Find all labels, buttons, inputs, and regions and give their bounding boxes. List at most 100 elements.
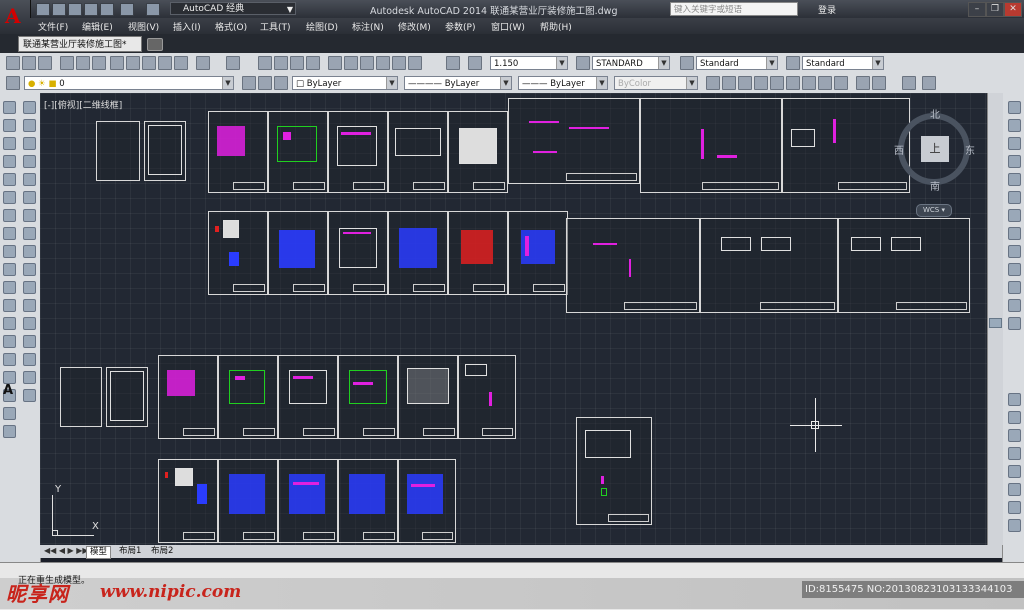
application-menu-button[interactable]: A <box>0 0 31 34</box>
search-input[interactable]: 键入关键字或短语 <box>670 2 798 16</box>
polygon-icon[interactable] <box>3 155 16 168</box>
drawing-sheet[interactable] <box>158 355 218 439</box>
drawing-sheet[interactable] <box>576 417 652 525</box>
drawing-sheet[interactable] <box>566 218 700 313</box>
quickcalc-icon[interactable] <box>408 56 422 70</box>
sheet-set-icon[interactable] <box>376 56 390 70</box>
move-icon[interactable] <box>23 191 36 204</box>
layer-manager-icon[interactable] <box>6 76 20 90</box>
drawing-sheet[interactable] <box>782 98 910 193</box>
menu-insert[interactable]: 插入(I) <box>173 20 201 33</box>
drawing-sheet[interactable] <box>208 111 268 193</box>
text-style-manager-icon[interactable] <box>576 56 590 70</box>
new-tab-button[interactable] <box>147 38 163 51</box>
document-tab[interactable]: 联通某营业厅装修施工图* <box>18 36 142 52</box>
tool-icon-8[interactable] <box>1008 227 1021 240</box>
workspace-dropdown[interactable]: AutoCAD 经典 ▼ <box>170 2 296 15</box>
view-icon-2[interactable] <box>722 76 736 90</box>
menu-file[interactable]: 文件(F) <box>38 20 68 33</box>
help-icon[interactable] <box>446 56 460 70</box>
compass-north[interactable]: 北 <box>930 106 940 121</box>
tool-icon-3[interactable] <box>1008 137 1021 150</box>
tool-icon-13[interactable] <box>1008 317 1021 330</box>
drawing-sheet[interactable] <box>458 355 516 439</box>
tool-palettes-icon[interactable] <box>360 56 374 70</box>
vertical-scroll-thumb[interactable] <box>989 318 1002 328</box>
close-button[interactable]: ✕ <box>1004 2 1022 17</box>
new-icon[interactable] <box>36 3 50 16</box>
line-icon[interactable] <box>3 101 16 114</box>
compass-south[interactable]: 南 <box>930 178 940 193</box>
menu-window[interactable]: 窗口(W) <box>491 20 525 33</box>
copy-object-icon[interactable] <box>23 119 36 132</box>
redo-icon[interactable] <box>146 3 160 16</box>
drawing-sheet[interactable] <box>60 367 102 427</box>
drawing-sheet[interactable] <box>448 211 508 295</box>
tool-icon-17[interactable] <box>1008 447 1021 460</box>
menu-modify[interactable]: 修改(M) <box>398 20 431 33</box>
color-dropdown[interactable]: □ ByLayer ▼ <box>292 76 398 90</box>
tool-icon-9[interactable] <box>1008 245 1021 258</box>
print-icon[interactable] <box>100 3 114 16</box>
view-icon-5[interactable] <box>770 76 784 90</box>
trim-icon[interactable] <box>23 263 36 276</box>
menu-view[interactable]: 视图(V) <box>128 20 159 33</box>
linetype-dropdown[interactable]: ———— ByLayer ▼ <box>404 76 512 90</box>
menu-edit[interactable]: 编辑(E) <box>82 20 113 33</box>
drawing-sheet[interactable] <box>158 459 218 543</box>
tool-icon-10[interactable] <box>1008 263 1021 276</box>
tab-layout1[interactable]: 布局1 <box>116 546 144 557</box>
drawing-sheet[interactable] <box>388 111 448 193</box>
view-icon-3[interactable] <box>738 76 752 90</box>
drawing-sheet[interactable] <box>640 98 782 193</box>
open-icon[interactable] <box>22 56 36 70</box>
scale-icon[interactable] <box>23 227 36 240</box>
drawing-sheet[interactable] <box>508 98 640 184</box>
wcs-menu[interactable]: WCS ▾ <box>916 204 952 217</box>
zoom-previous-icon[interactable] <box>306 56 320 70</box>
drawing-sheet[interactable] <box>838 218 970 313</box>
view-icon-9[interactable] <box>834 76 848 90</box>
blend-icon[interactable] <box>23 371 36 384</box>
drawing-sheet[interactable] <box>328 111 388 193</box>
dim-style-dropdown[interactable]: Standard ▼ <box>696 56 778 70</box>
tool-icon-11[interactable] <box>1008 281 1021 294</box>
menu-tools[interactable]: 工具(T) <box>260 20 291 33</box>
view-icon-6[interactable] <box>786 76 800 90</box>
menu-help[interactable]: 帮助(H) <box>540 20 572 33</box>
erase-icon[interactable] <box>23 101 36 114</box>
tool-icon-18[interactable] <box>1008 465 1021 478</box>
tool-icon-4[interactable] <box>1008 155 1021 168</box>
drawing-sheet[interactable] <box>328 211 388 295</box>
insert-block-icon[interactable] <box>3 299 16 312</box>
view-icon-10[interactable] <box>856 76 870 90</box>
tool-icon-19[interactable] <box>1008 483 1021 496</box>
drawing-sheet[interactable] <box>508 211 568 295</box>
add-selected-icon[interactable] <box>3 425 16 438</box>
menu-draw[interactable]: 绘图(D) <box>306 20 338 33</box>
publish-icon[interactable] <box>92 56 106 70</box>
drawing-sheet[interactable] <box>398 459 456 543</box>
view-icon-8[interactable] <box>818 76 832 90</box>
model-space-canvas[interactable] <box>40 93 987 545</box>
pan-icon[interactable] <box>258 56 272 70</box>
tool-icon-15[interactable] <box>1008 411 1021 424</box>
multiline-text-icon[interactable]: A <box>3 383 13 398</box>
table-style-dropdown[interactable]: Standard ▼ <box>802 56 884 70</box>
chamfer-icon[interactable] <box>23 335 36 348</box>
drawing-sheet[interactable] <box>268 111 328 193</box>
menu-format[interactable]: 格式(O) <box>215 20 247 33</box>
paste-icon[interactable] <box>142 56 156 70</box>
tool-icon-16[interactable] <box>1008 429 1021 442</box>
save-icon[interactable] <box>68 3 82 16</box>
drawing-sheet[interactable] <box>388 211 448 295</box>
drawing-sheet[interactable] <box>700 218 838 313</box>
drawing-sheet[interactable] <box>268 211 328 295</box>
spline-icon[interactable] <box>3 245 16 258</box>
viewport-controls[interactable]: [-][俯视][二维线框] <box>44 98 122 111</box>
tool-icon-21[interactable] <box>1008 519 1021 532</box>
tool-icon-2[interactable] <box>1008 119 1021 132</box>
login-button[interactable]: 登录 <box>818 3 836 16</box>
hatch-icon[interactable] <box>3 353 16 366</box>
tab-model[interactable]: 模型 <box>86 546 112 559</box>
